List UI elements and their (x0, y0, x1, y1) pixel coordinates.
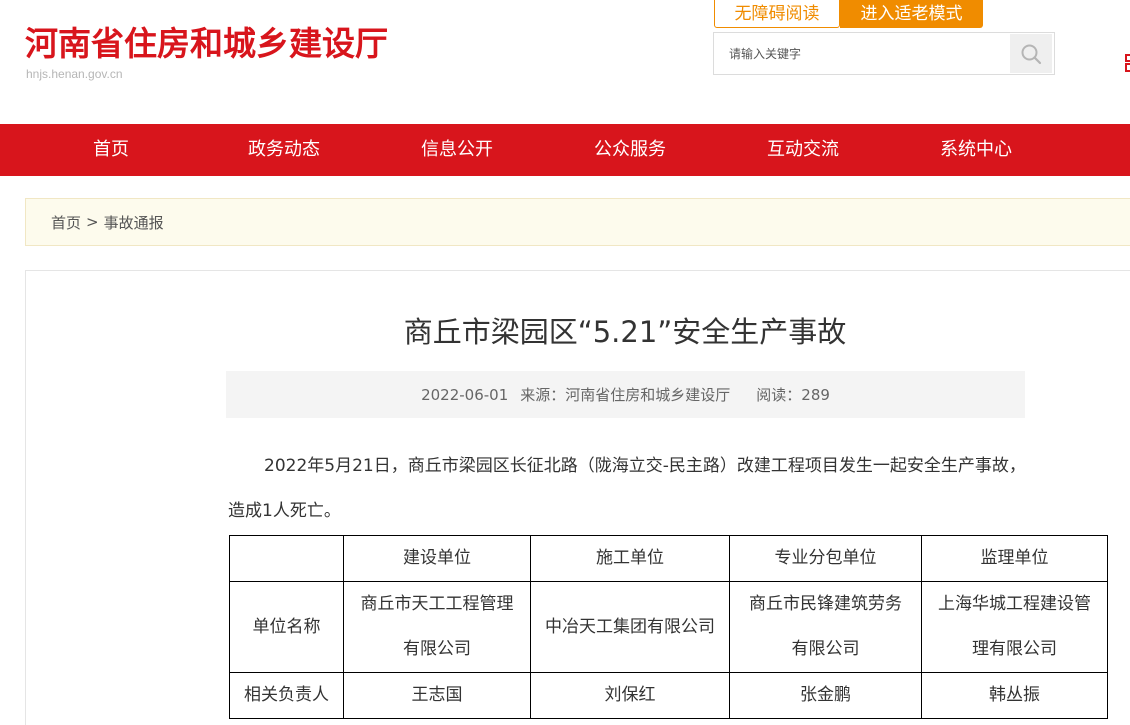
edge-clipped-icon (1124, 52, 1130, 74)
table-cell: 刘保红 (530, 672, 730, 719)
search-box (713, 32, 1055, 75)
accident-units-table: 建设单位 施工单位 专业分包单位 监理单位 单位名称 商丘市天工工程管理 有限公… (229, 535, 1108, 719)
table-cell-line: 商丘市民锋建筑劳务 (749, 594, 902, 614)
table-cell: 商丘市民锋建筑劳务 有限公司 (729, 581, 922, 673)
table-header-cell: 施工单位 (530, 535, 730, 582)
table-row: 相关负责人 王志国 刘保红 张金鹏 韩丛振 (229, 672, 1108, 719)
table-row-label: 单位名称 (229, 581, 344, 673)
table-cell: 韩丛振 (921, 672, 1108, 719)
article-title: 商丘市梁园区“5.21”安全生产事故 (403, 315, 847, 349)
search-icon (1021, 44, 1042, 64)
table-cell: 王志国 (343, 672, 531, 719)
nav-item-government-news[interactable]: 政务动态 (248, 124, 320, 176)
nav-item-system-center[interactable]: 系统中心 (940, 124, 1012, 176)
article-meta: 2022-06-01 来源：河南省住房和城乡建设厅 阅读：289 (226, 371, 1025, 418)
nav-item-public-service[interactable]: 公众服务 (594, 124, 666, 176)
site-domain: hnjs.henan.gov.cn (26, 67, 123, 81)
main-nav: 首页 政务动态 信息公开 公众服务 互动交流 系统中心 (0, 124, 1130, 176)
breadcrumb-current-link[interactable]: 事故通报 (104, 212, 164, 233)
search-button[interactable] (1010, 34, 1052, 73)
breadcrumb-separator: > (86, 213, 99, 231)
table-header-row: 建设单位 施工单位 专业分包单位 监理单位 (229, 535, 1108, 582)
table-header-cell: 监理单位 (921, 535, 1108, 582)
table-cell: 商丘市天工工程管理 有限公司 (343, 581, 531, 673)
nav-item-home[interactable]: 首页 (93, 124, 129, 176)
table-cell: 上海华城工程建设管 理有限公司 (921, 581, 1108, 673)
site-title[interactable]: 河南省住房和城乡建设厅 (25, 22, 388, 66)
article-read-count: 阅读：289 (756, 386, 830, 404)
article-date: 2022-06-01 (421, 385, 509, 404)
search-input[interactable] (714, 33, 1010, 74)
elder-mode-button[interactable]: 进入适老模式 (840, 0, 983, 28)
breadcrumb-home-link[interactable]: 首页 (51, 212, 81, 233)
table-cell: 中冶天工集团有限公司 (530, 581, 730, 673)
accessible-reading-button[interactable]: 无障碍阅读 (714, 0, 840, 28)
breadcrumb: 首页 > 事故通报 (25, 198, 1130, 246)
table-cell-line: 商丘市天工工程管理 (360, 594, 514, 614)
table-header-cell: 建设单位 (343, 535, 531, 582)
table-row-label: 相关负责人 (229, 672, 344, 719)
nav-item-information-disclosure[interactable]: 信息公开 (421, 124, 493, 176)
table-cell-line: 中冶天工集团有限公司 (545, 616, 715, 637)
table-cell-line: 理有限公司 (972, 639, 1057, 659)
table-header-cell: 专业分包单位 (729, 535, 922, 582)
table-cell-line: 有限公司 (791, 639, 860, 659)
table-header-cell (229, 535, 344, 582)
nav-item-interaction[interactable]: 互动交流 (767, 124, 839, 176)
table-cell-line: 有限公司 (403, 639, 471, 659)
article-paragraph: 2022年5月21日，商丘市梁园区长征北路（陇海立交-民主路）改建工程项目发生一… (228, 456, 1026, 521)
table-cell-line: 上海华城工程建设管 (938, 594, 1091, 614)
table-row: 单位名称 商丘市天工工程管理 有限公司 中冶天工集团有限公司 商丘市民锋建筑劳务… (229, 581, 1108, 673)
article-source: 来源：河南省住房和城乡建设厅 (520, 386, 731, 404)
table-cell: 张金鹏 (729, 672, 922, 719)
